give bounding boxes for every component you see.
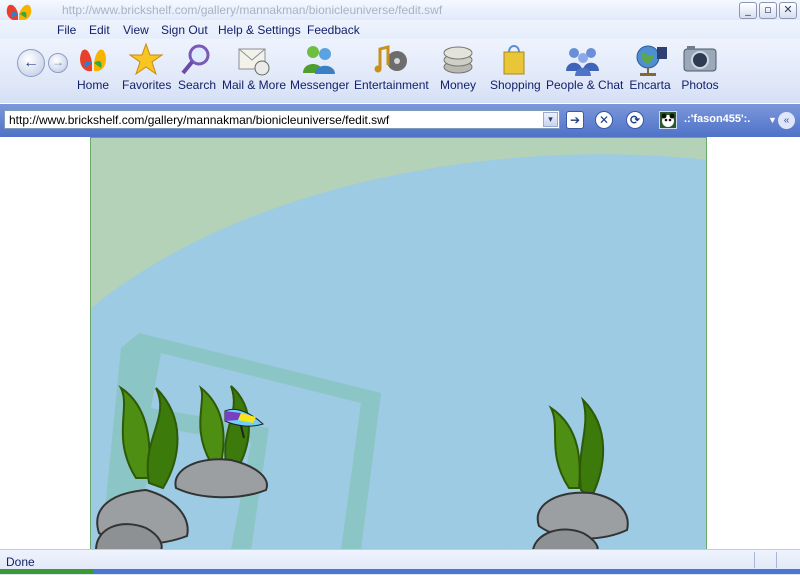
menu-file[interactable]: File xyxy=(57,23,76,37)
money-button[interactable]: Money xyxy=(439,41,477,92)
forward-button[interactable]: → xyxy=(48,53,68,73)
magnifier-icon xyxy=(181,44,210,75)
stop-button[interactable]: ✕ xyxy=(595,111,613,129)
menu-feedback[interactable]: Feedback xyxy=(307,23,360,37)
messenger-icon xyxy=(303,46,335,74)
messenger-button[interactable]: Messenger xyxy=(290,41,349,92)
home-button[interactable]: Home xyxy=(74,41,112,92)
close-button[interactable]: ✕ xyxy=(779,2,797,19)
go-button[interactable]: ➔ xyxy=(566,111,584,129)
camera-icon xyxy=(683,46,717,72)
address-dropdown-button[interactable]: ▾ xyxy=(543,112,558,127)
menu-help-settings[interactable]: Help & Settings xyxy=(218,23,301,37)
menu-bar: File Edit View Sign Out Help & Settings … xyxy=(0,20,800,39)
minimize-button[interactable]: _ xyxy=(739,2,757,19)
photos-button[interactable]: Photos xyxy=(680,41,720,92)
menu-sign-out[interactable]: Sign Out xyxy=(161,23,208,37)
address-bar: http://www.brickshelf.com/gallery/mannak… xyxy=(0,104,800,137)
panda-icon xyxy=(661,113,675,127)
mail-icon xyxy=(238,48,270,76)
back-button[interactable]: ← xyxy=(17,49,45,77)
address-input[interactable]: http://www.brickshelf.com/gallery/mannak… xyxy=(4,110,560,129)
shopping-button[interactable]: Shopping xyxy=(490,41,541,92)
flash-movie[interactable] xyxy=(90,137,707,549)
window-title: http://www.brickshelf.com/gallery/mannak… xyxy=(62,3,443,17)
entertainment-button[interactable]: Entertainment xyxy=(354,41,429,92)
butterfly-icon xyxy=(80,49,106,72)
toolbar: ← → Home Favorites Search Mail & More Me… xyxy=(0,39,800,103)
page-content xyxy=(0,137,800,549)
collapse-button[interactable]: « xyxy=(778,112,795,129)
maximize-button[interactable]: ▫ xyxy=(759,2,777,19)
mail-more-button[interactable]: Mail & More xyxy=(222,41,286,92)
favorites-button[interactable]: Favorites xyxy=(122,41,171,92)
user-avatar[interactable] xyxy=(659,111,677,129)
account-name[interactable]: .:'fason455':. xyxy=(684,113,750,125)
address-url: http://www.brickshelf.com/gallery/mannak… xyxy=(9,113,390,127)
taskbar xyxy=(0,569,800,574)
star-icon xyxy=(128,42,164,76)
status-separator xyxy=(776,552,777,568)
underwater-scene xyxy=(91,138,706,549)
menu-view[interactable]: View xyxy=(123,23,149,37)
title-bar: http://www.brickshelf.com/gallery/mannak… xyxy=(0,0,800,21)
shopping-bag-icon xyxy=(503,45,525,75)
people-icon xyxy=(566,48,599,76)
people-chat-button[interactable]: People & Chat xyxy=(546,41,623,92)
music-film-icon xyxy=(374,45,407,73)
coins-icon xyxy=(443,46,473,74)
start-button[interactable] xyxy=(0,569,94,574)
menu-edit[interactable]: Edit xyxy=(89,23,110,37)
refresh-button[interactable]: ⟳ xyxy=(626,111,644,129)
globe-icon xyxy=(636,45,667,76)
status-separator xyxy=(754,552,755,568)
search-button[interactable]: Search xyxy=(178,41,216,92)
status-text: Done xyxy=(6,555,35,569)
account-dropdown-icon[interactable]: ▼ xyxy=(768,115,777,125)
encarta-button[interactable]: Encarta xyxy=(628,41,672,92)
